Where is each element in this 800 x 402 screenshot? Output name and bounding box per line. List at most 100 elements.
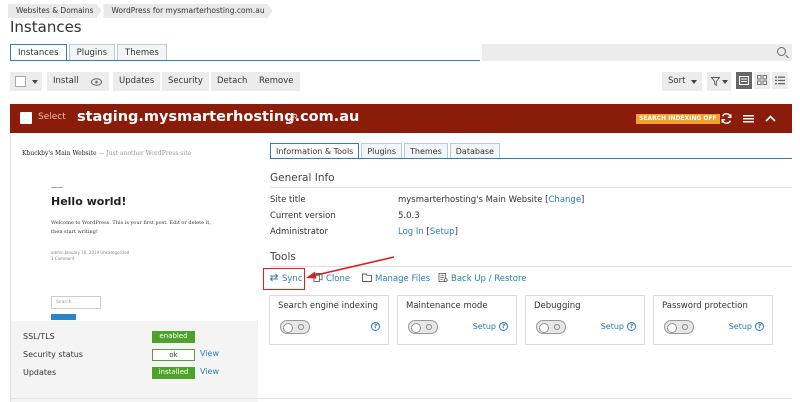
preview-search-button: [51, 314, 76, 320]
folder-icon: [362, 273, 372, 282]
tab-plugins[interactable]: Plugins: [68, 44, 116, 61]
remove-button[interactable]: Remove: [253, 72, 300, 91]
administrator-value: Log In [Setup]: [398, 227, 458, 237]
card-title: Maintenance mode: [406, 301, 488, 311]
change-link[interactable]: Change: [549, 195, 582, 205]
help-icon[interactable]: ?: [499, 322, 508, 331]
ssl-status-badge: enabled: [152, 331, 195, 343]
tab-underline: [10, 60, 480, 61]
current-version-label: Current version: [270, 211, 336, 221]
tile-view-button[interactable]: [754, 72, 770, 89]
breadcrumb: Websites & Domains WordPress for mysmart…: [8, 4, 275, 18]
log-in-link[interactable]: Log In: [398, 227, 424, 237]
search-input[interactable]: [482, 44, 792, 61]
main-tabs: Instances Plugins Themes: [10, 44, 169, 61]
toggle-off-icon: [554, 324, 560, 330]
ssl-label: SSL/TLS: [23, 332, 55, 341]
security-status-label: Security status: [23, 350, 83, 359]
card-view-icon: [739, 76, 749, 85]
security-status-badge: ok: [152, 349, 195, 361]
grid-icon: [757, 75, 767, 85]
tab-database[interactable]: Database: [449, 143, 500, 159]
panel-bottom-border: [10, 398, 792, 399]
clone-icon: [313, 273, 323, 282]
tab-instance-themes[interactable]: Themes: [404, 143, 448, 159]
administrator-label: Administrator: [270, 227, 328, 237]
tab-themes[interactable]: Themes: [117, 44, 167, 61]
password-setup-link[interactable]: Setup?: [729, 322, 764, 331]
manage-files-button[interactable]: Manage Files: [362, 273, 430, 285]
filter-dropdown[interactable]: [707, 72, 731, 91]
list-icon: [775, 76, 785, 85]
refresh-icon[interactable]: [720, 112, 733, 125]
updates-button[interactable]: Updates: [113, 72, 161, 91]
site-title-value: mysmarterhosting's Main Website [Change]: [398, 195, 585, 205]
preview-post-title: Hello world!: [51, 195, 127, 208]
preview-post-body: Welcome to WordPress. This is your first…: [51, 220, 211, 235]
toggle-off-icon: [298, 324, 304, 330]
site-screenshot-preview[interactable]: Kbuckby's Main Website — Just another Wo…: [11, 133, 258, 320]
security-button[interactable]: Security: [162, 72, 209, 91]
instance-status: SSL/TLS enabled Security status ok View …: [11, 321, 258, 402]
maintenance-mode-card: Maintenance mode Setup?: [397, 295, 517, 345]
preview-post-meta: admin January 16, 2019 Uncategorized 1 C…: [51, 250, 130, 261]
detach-button[interactable]: Detach: [211, 72, 254, 91]
select-label[interactable]: Select: [38, 112, 66, 122]
general-info-heading: General Info: [270, 172, 335, 184]
select-all-checkbox[interactable]: [15, 76, 26, 87]
tab-instance-plugins[interactable]: Plugins: [361, 143, 402, 159]
site-title-label: Site title: [270, 195, 306, 205]
search-engine-indexing-card: Search engine indexing ?: [269, 295, 389, 345]
preview-search-box: Search ...: [51, 296, 101, 309]
backup-icon: [438, 273, 448, 282]
help-icon[interactable]: ?: [627, 322, 636, 331]
select-all-dropdown[interactable]: [10, 72, 42, 91]
password-protection-card: Password protection Setup?: [653, 295, 773, 345]
install-button[interactable]: Install: [47, 72, 85, 91]
admin-setup-link[interactable]: Setup: [430, 227, 455, 237]
sort-dropdown[interactable]: Sort: [662, 72, 702, 91]
card-help[interactable]: ?: [368, 322, 380, 331]
breadcrumb-websites-domains[interactable]: Websites & Domains: [8, 4, 101, 18]
updates-label: Updates: [23, 368, 57, 377]
instance-select-checkbox[interactable]: [20, 112, 32, 124]
help-icon[interactable]: ?: [755, 322, 764, 331]
debugging-setup-link[interactable]: Setup?: [601, 322, 636, 331]
toolbar: Install Updates Security Detach Remove S…: [10, 72, 792, 92]
toggle-off-icon: [682, 324, 688, 330]
search-icon[interactable]: [777, 47, 786, 56]
instance-domain[interactable]: staging.mysmarterhosting.com.au: [77, 109, 359, 125]
debugging-toggle[interactable]: [536, 320, 566, 334]
card-title: Password protection: [662, 301, 748, 311]
security-view-link[interactable]: View: [200, 349, 219, 358]
link-icon[interactable]: [288, 113, 298, 123]
chevron-up-icon[interactable]: [764, 112, 777, 125]
maintenance-setup-link[interactable]: Setup?: [473, 322, 508, 331]
instance-left-panel: Kbuckby's Main Website — Just another Wo…: [10, 133, 258, 402]
preview-divider: [51, 187, 63, 188]
password-protection-toggle[interactable]: [664, 320, 694, 334]
breadcrumb-wordpress[interactable]: WordPress for mysmarterhosting.com.au: [103, 4, 272, 18]
filter-icon: [711, 77, 720, 86]
updates-status-badge: installed: [152, 367, 195, 379]
visibility-button[interactable]: [85, 72, 109, 91]
general-info-divider: [270, 187, 792, 188]
menu-icon[interactable]: [742, 112, 755, 125]
instance-tab-underline: [270, 158, 792, 159]
sort-label: Sort: [668, 76, 686, 86]
card-title: Debugging: [534, 301, 581, 311]
help-icon[interactable]: ?: [371, 322, 380, 331]
list-view-button[interactable]: [772, 72, 788, 89]
chevron-down-icon: [691, 80, 697, 84]
search-indexing-toggle[interactable]: [280, 320, 310, 334]
maintenance-mode-toggle[interactable]: [408, 320, 438, 334]
sync-highlight-box: [263, 268, 305, 290]
clone-button[interactable]: Clone: [313, 273, 350, 285]
tab-instances[interactable]: Instances: [10, 44, 67, 61]
debugging-card: Debugging Setup?: [525, 295, 645, 345]
backup-restore-button[interactable]: Back Up / Restore: [438, 273, 526, 285]
eye-icon: [91, 78, 102, 86]
card-view-button[interactable]: [736, 72, 752, 89]
updates-view-link[interactable]: View: [200, 367, 219, 376]
tab-information-tools[interactable]: Information & Tools: [270, 143, 360, 159]
